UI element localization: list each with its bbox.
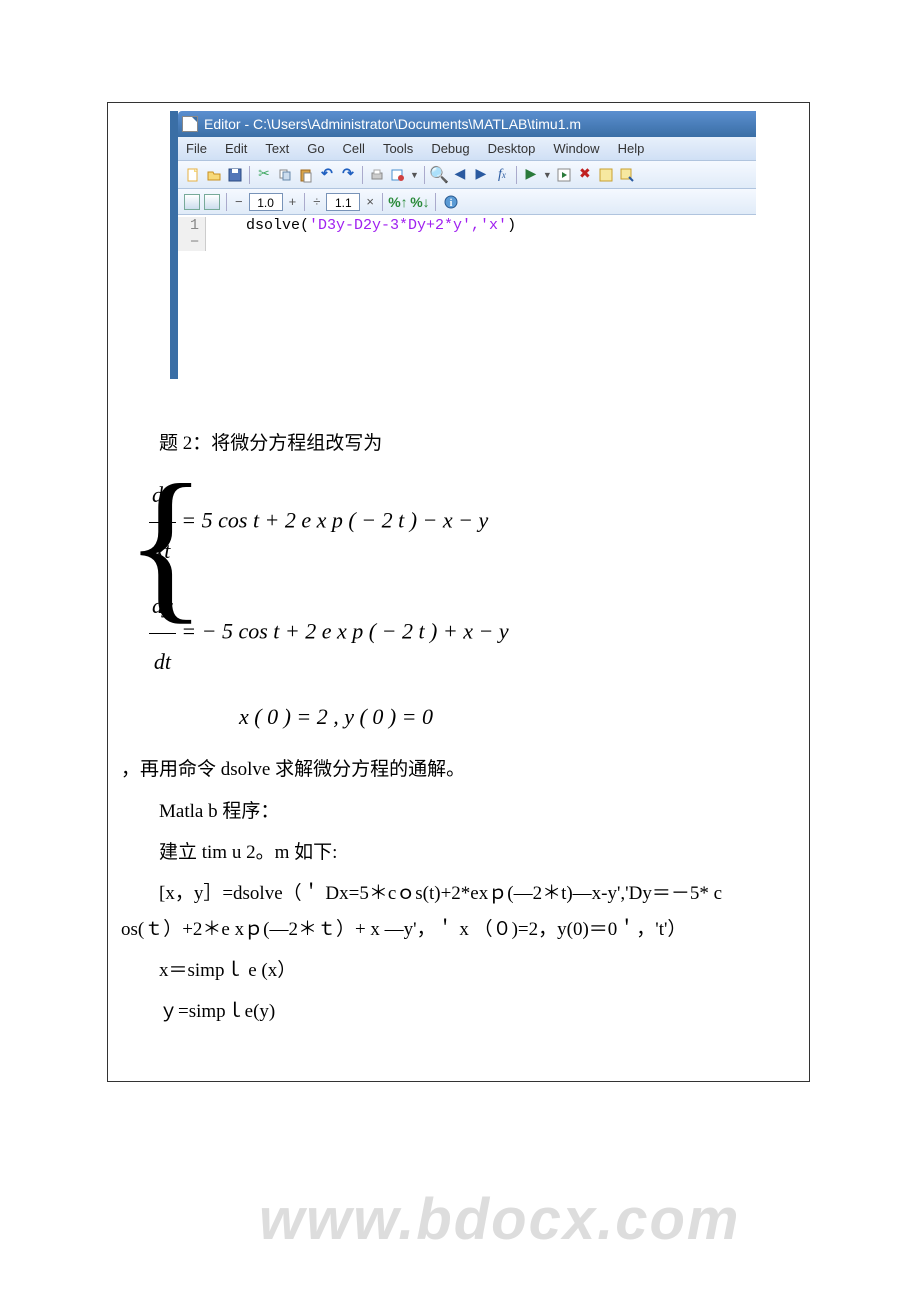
separator xyxy=(226,193,227,211)
question-2-label: 题 2：将微分方程组改写为 xyxy=(121,428,796,459)
menu-text[interactable]: Text xyxy=(265,141,289,156)
eq2-rhs: = − 5 cos t + 2 e x p ( − 2 t ) + x − y xyxy=(181,619,508,644)
menu-cell[interactable]: Cell xyxy=(343,141,365,156)
copy-icon[interactable] xyxy=(276,166,294,184)
separator xyxy=(304,193,305,211)
eval-advance-icon[interactable] xyxy=(618,166,636,184)
divide-label: ÷ xyxy=(311,194,322,209)
document-icon xyxy=(182,116,198,132)
matlab-editor-window: Editor - C:\Users\Administrator\Document… xyxy=(170,111,756,379)
back-icon[interactable]: ◀ xyxy=(451,166,469,184)
find-icon[interactable]: 🔍 xyxy=(430,166,448,184)
breakpoint-icon[interactable] xyxy=(389,166,407,184)
code-line-1: dsolve('D3y-D2y-3*Dy+2*y','x') xyxy=(206,217,516,251)
equation-1: dx xt = 5 cos t + 2 e x p ( − 2 t ) − x … xyxy=(149,467,796,578)
equation-2: www.bdocx.com dy dt = − 5 cos t + 2 e x … xyxy=(149,578,796,689)
eq2-denominator: dt xyxy=(149,634,176,689)
save-icon[interactable] xyxy=(226,166,244,184)
equation-3: x ( 0 ) = 2 , y ( 0 ) = 0 xyxy=(149,689,796,744)
fraction-2: dy dt xyxy=(149,578,176,689)
menu-desktop[interactable]: Desktop xyxy=(488,141,536,156)
menu-tools[interactable]: Tools xyxy=(383,141,413,156)
forward-icon[interactable]: ▶ xyxy=(472,166,490,184)
separator xyxy=(249,166,250,184)
increment-value-2[interactable]: 1.1 xyxy=(326,193,360,211)
separator xyxy=(516,166,517,184)
separator xyxy=(424,166,425,184)
code-line-b: os(ｔ）+2＊e xｐ(—2＊ｔ）+ x —y'，＇ x （０)=2，y(0)… xyxy=(121,914,796,945)
paragraph-matlab: Matla b 程序： xyxy=(121,796,796,827)
window-title: Editor - C:\Users\Administrator\Document… xyxy=(204,116,581,132)
separator xyxy=(435,193,436,211)
times-label: × xyxy=(364,194,376,209)
run-cell-icon[interactable] xyxy=(555,166,573,184)
paste-icon[interactable] xyxy=(297,166,315,184)
menu-debug[interactable]: Debug xyxy=(431,141,469,156)
eq2-numerator: dy xyxy=(149,578,176,634)
menu-edit[interactable]: Edit xyxy=(225,141,247,156)
percent-down-icon[interactable]: %↓ xyxy=(411,193,429,211)
print-icon[interactable] xyxy=(368,166,386,184)
info-icon[interactable]: i xyxy=(442,193,460,211)
cut-icon[interactable]: ✂ xyxy=(255,166,273,184)
toolbar-cell: − 1.0 + ÷ 1.1 × %↑ %↓ i xyxy=(178,189,756,215)
document-body: 题 2：将微分方程组改写为 { dx xt = 5 cos t + 2 e x … xyxy=(107,428,810,1038)
equation-system: { dx xt = 5 cos t + 2 e x p ( − 2 t ) − … xyxy=(149,467,796,744)
code-area[interactable]: 1 − dsolve('D3y-D2y-3*Dy+2*y','x') xyxy=(178,215,756,251)
paragraph-dsolve: ，再用命令 dsolve 求解微分方程的通解。 xyxy=(121,754,796,785)
increment-value-1[interactable]: 1.0 xyxy=(249,193,283,211)
watermark: www.bdocx.com xyxy=(259,1147,740,1292)
menu-help[interactable]: Help xyxy=(618,141,645,156)
menu-file[interactable]: File xyxy=(186,141,207,156)
menu-go[interactable]: Go xyxy=(307,141,324,156)
code-simple-y: ｙ=simpｌe(y) xyxy=(121,996,796,1027)
line-gutter: 1 − xyxy=(178,217,206,251)
redo-icon[interactable]: ↷ xyxy=(339,166,357,184)
titlebar: Editor - C:\Users\Administrator\Document… xyxy=(178,111,756,137)
menu-window[interactable]: Window xyxy=(553,141,599,156)
separator xyxy=(362,166,363,184)
percent-up-icon[interactable]: %↑ xyxy=(389,193,407,211)
eq1-rhs: = 5 cos t + 2 e x p ( − 2 t ) − x − y xyxy=(181,508,488,533)
code-simple-x: x＝simpｌ e (x） xyxy=(121,955,796,986)
cell-minus-icon[interactable] xyxy=(204,194,220,210)
code-close: ) xyxy=(507,217,516,234)
fx-icon[interactable]: fx xyxy=(493,166,511,184)
stop-icon[interactable]: ✖ xyxy=(576,166,594,184)
plus-label: + xyxy=(287,194,299,209)
new-file-icon[interactable] xyxy=(184,166,202,184)
open-icon[interactable] xyxy=(205,166,223,184)
svg-text:i: i xyxy=(450,198,453,209)
dropdown-arrow-icon[interactable]: ▼ xyxy=(410,170,419,180)
code-string: 'D3y-D2y-3*Dy+2*y','x' xyxy=(309,217,507,234)
minus-label: − xyxy=(233,194,245,209)
code-text: dsolve( xyxy=(246,217,309,234)
code-line-a: [x，y］=dsolve（＇ Dx=5＊cｏs(t)+2*exｐ(—2＊t)—x… xyxy=(121,878,796,909)
separator xyxy=(382,193,383,211)
cell-plus-icon[interactable] xyxy=(184,194,200,210)
toolbar-main: ✂ ↶ ↷ ▼ 🔍 ◀ ▶ fx ▶ ▼ ✖ xyxy=(178,161,756,189)
menu-bar: File Edit Text Go Cell Tools Debug Deskt… xyxy=(178,137,756,161)
dropdown-arrow-icon[interactable]: ▼ xyxy=(543,170,552,180)
eval-cell-icon[interactable] xyxy=(597,166,615,184)
paragraph-filename: 建立 tim u 2。m 如下: xyxy=(121,837,796,868)
run-icon[interactable]: ▶ xyxy=(522,166,540,184)
undo-icon[interactable]: ↶ xyxy=(318,166,336,184)
